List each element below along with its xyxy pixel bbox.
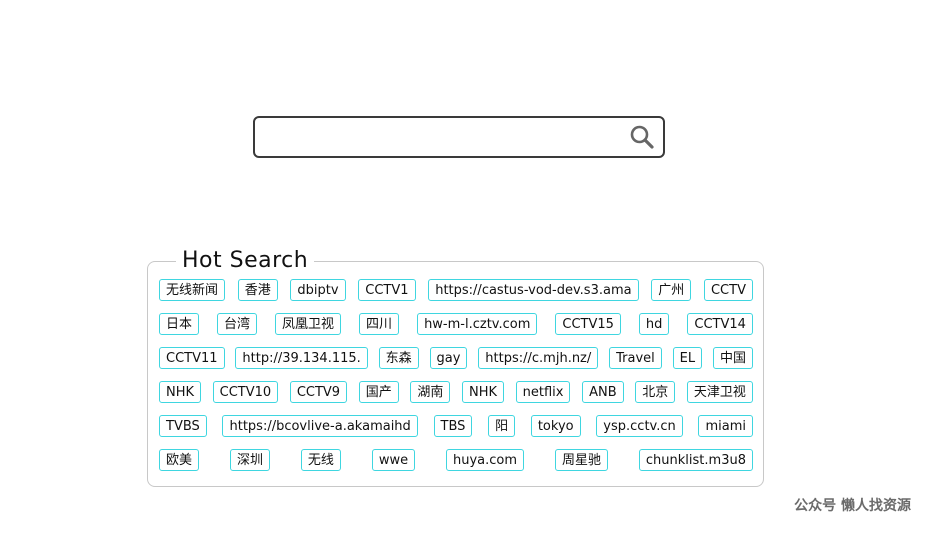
hot-search-tag[interactable]: https://bcovlive-a.akamaihd xyxy=(222,415,418,437)
hot-search-tag[interactable]: tokyo xyxy=(530,415,581,437)
hot-search-tag[interactable]: EL xyxy=(672,347,703,369)
hot-search-tag[interactable]: http://39.134.115. xyxy=(235,347,368,369)
hot-search-tag[interactable]: chunklist.m3u8 xyxy=(638,449,753,471)
hot-search-tag[interactable]: hw-m-l.cztv.com xyxy=(417,313,538,335)
search-icon[interactable] xyxy=(629,124,655,150)
hot-search-tag[interactable]: ysp.cctv.cn xyxy=(596,415,683,437)
hot-search-tag[interactable]: TVBS xyxy=(159,415,207,437)
hot-search-tag[interactable]: CCTV10 xyxy=(212,381,279,403)
hot-search-tag[interactable]: 阳 xyxy=(488,415,516,437)
hot-search-tag[interactable]: 周星驰 xyxy=(554,449,608,471)
hot-search-tag[interactable]: 台湾 xyxy=(217,313,258,335)
hot-search-tag[interactable]: wwe xyxy=(371,449,416,471)
hot-search-tag[interactable]: CCTV xyxy=(703,279,753,301)
hot-search-tag[interactable]: miami xyxy=(698,415,753,437)
hot-search-tag[interactable]: https://c.mjh.nz/ xyxy=(478,347,599,369)
hot-search-tag[interactable]: CCTV9 xyxy=(289,381,348,403)
hot-search-tag[interactable]: 天津卫视 xyxy=(686,381,753,403)
hot-search-tag[interactable]: 日本 xyxy=(159,313,200,335)
hot-search-tag[interactable]: dbiptv xyxy=(290,279,346,301)
hot-search-tag[interactable]: 无线 xyxy=(300,449,341,471)
hot-search-tag[interactable]: CCTV1 xyxy=(358,279,416,301)
tag-row: 无线新闻 香港 dbiptv CCTV1 https://castus-vod-dev.… xyxy=(159,278,753,302)
hot-search-tag[interactable]: 北京 xyxy=(635,381,676,403)
hot-search-tag[interactable]: Travel xyxy=(609,347,662,369)
hot-search-tag[interactable]: 四川 xyxy=(359,313,400,335)
hot-search-tag[interactable]: ANB xyxy=(582,381,624,403)
hot-search-tag[interactable]: 湖南 xyxy=(410,381,451,403)
hot-search-tag[interactable]: NHK xyxy=(159,381,202,403)
hot-search-title: Hot Search xyxy=(176,247,315,275)
hot-search-tag[interactable]: 国产 xyxy=(358,381,399,403)
hot-search-tag[interactable]: 凤凰卫视 xyxy=(275,313,342,335)
hot-search-tag[interactable]: 深圳 xyxy=(229,449,270,471)
hot-search-tag[interactable]: netflix xyxy=(515,381,571,403)
hot-search-tag[interactable]: hd xyxy=(638,313,670,335)
hot-search-tag[interactable]: NHK xyxy=(461,381,505,403)
hot-search-tag[interactable]: gay xyxy=(429,347,468,369)
hot-search-tag[interactable]: 广州 xyxy=(651,279,692,301)
hot-search-tag[interactable]: 欧美 xyxy=(159,449,200,471)
search-input[interactable] xyxy=(263,124,627,154)
tag-row: TVBS https://bcovlive-a.akamaihd TBS 阳 tokyo… xyxy=(159,414,753,438)
hot-search-tag[interactable]: CCTV14 xyxy=(687,313,753,335)
hot-search-tags: 无线新闻 香港 dbiptv CCTV1 https://castus-vod-dev.… xyxy=(159,278,753,482)
hot-search-tag[interactable]: 无线新闻 xyxy=(159,279,226,301)
tag-row: 欧美 深圳 无线 wwe huya.com 周星驰 chunklist.m3u8 xyxy=(159,448,753,472)
watermark: 公众号 懒人找资源 xyxy=(794,498,911,514)
hot-search-tag[interactable]: https://castus-vod-dev.s3.ama xyxy=(428,279,639,301)
tag-row: 日本 台湾 凤凰卫视 四川 hw-m-l.cztv.com CCTV15 hd CCTV14 xyxy=(159,312,753,336)
hot-search-tag[interactable]: 中国 xyxy=(712,347,753,369)
hot-search-tag[interactable]: 东森 xyxy=(378,347,419,369)
hot-search-tag[interactable]: CCTV11 xyxy=(159,347,225,369)
hot-search-tag[interactable]: CCTV15 xyxy=(555,313,621,335)
tag-row: NHK CCTV10 CCTV9 国产 湖南 NHK netflix ANB 北京 天津卫视 xyxy=(159,380,753,404)
search-box[interactable] xyxy=(253,116,665,158)
page: Hot Search 无线新闻 香港 dbiptv CCTV1 https://cast… xyxy=(0,0,931,533)
tag-row: CCTV11 http://39.134.115. 东森 gay https://c.m… xyxy=(159,346,753,370)
hot-search-tag[interactable]: TBS xyxy=(433,415,473,437)
hot-search-tag[interactable]: huya.com xyxy=(446,449,525,471)
hot-search-tag[interactable]: 香港 xyxy=(237,279,278,301)
